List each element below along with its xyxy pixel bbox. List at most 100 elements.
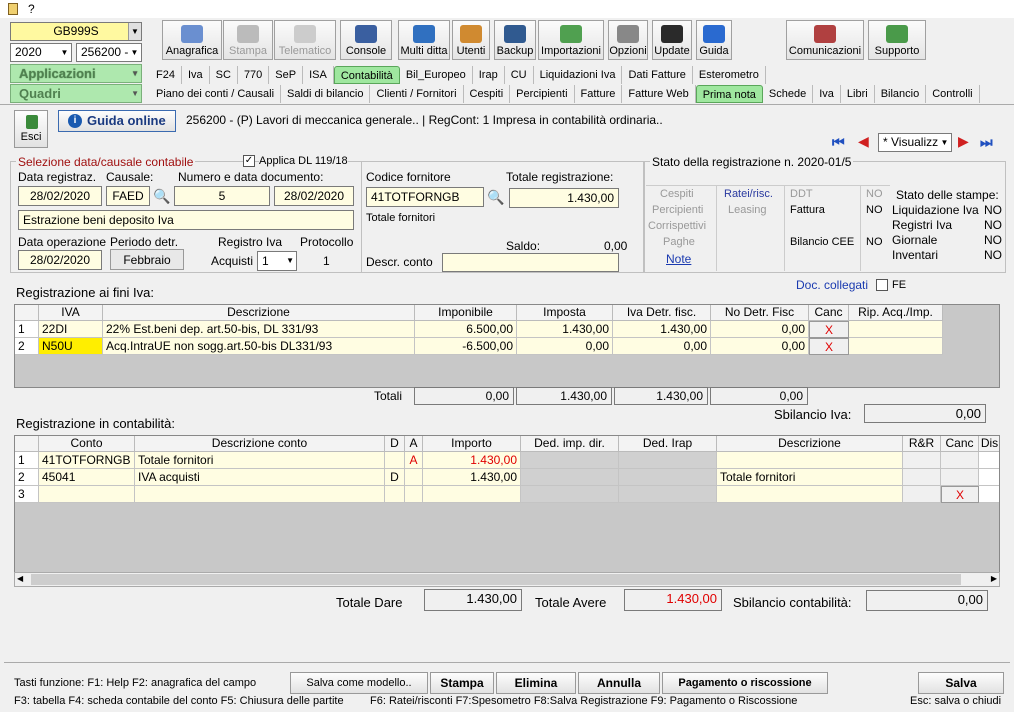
next-record-icon[interactable]: ▶ [958,133,969,150]
guida-online-button[interactable]: i Guida online [58,110,176,132]
totale-registrazione-field[interactable]: 1.430,00 [509,188,619,208]
cell-canc[interactable] [941,469,979,486]
percipienti-status[interactable]: Percipienti [652,204,703,216]
column-header[interactable]: A [405,436,423,452]
search-icon[interactable]: 🔍 [153,188,170,204]
subtab-clienti-fornitori[interactable]: Clienti / Fornitori [370,85,464,103]
toolbar-comunicazioni-button[interactable]: Comunicazioni [786,20,864,60]
column-header[interactable]: Conto [39,436,135,452]
toolbar-utenti-button[interactable]: Utenti [452,20,490,60]
tab-isa[interactable]: ISA [303,66,334,84]
esci-button[interactable]: Esci [14,110,48,148]
prev-record-icon[interactable]: ◀ [858,133,869,150]
bilancio-status[interactable]: Bilancio CEE [790,236,854,248]
toolbar-update-button[interactable]: Update [652,20,692,60]
chevron-down-icon[interactable]: ▼ [128,23,141,40]
column-header[interactable]: Imponibile [415,305,517,321]
toolbar-supporto-button[interactable]: Supporto [868,20,926,60]
toolbar-importazioni-button[interactable]: Importazioni [538,20,604,60]
subtab-prima-nota[interactable]: Prima nota [695,85,763,103]
column-header[interactable]: Ded. Irap [619,436,717,452]
applicazioni-menu[interactable]: Applicazioni ▼ [10,64,142,83]
toolbar-stampa-button[interactable]: Stampa [223,20,273,60]
scroll-left-icon[interactable]: ◀ [17,574,23,583]
search-icon[interactable]: 🔍 [487,189,504,205]
column-header[interactable]: D [385,436,405,452]
column-header[interactable]: IVA [39,305,103,321]
periodo-button[interactable]: Febbraio [110,249,184,270]
tab-sep[interactable]: SeP [269,66,304,84]
chevron-down-icon[interactable]: ▼ [58,44,71,61]
subtab-cespiti[interactable]: Cespiti [464,85,511,103]
toolbar-console-button[interactable]: Console [340,20,392,60]
annulla-button[interactable]: Annulla [578,672,660,694]
tab-sc[interactable]: SC [210,66,238,84]
note-link[interactable]: Note [666,252,691,266]
subtab-saldi-di-bilancio[interactable]: Saldi di bilancio [281,85,371,103]
descr-conto-field[interactable] [442,253,619,272]
last-record-icon[interactable]: ⏭ [980,134,993,151]
first-record-icon[interactable]: ⏮ [832,134,845,151]
subtab-percipienti[interactable]: Percipienti [510,85,575,103]
tab-dati-fatture[interactable]: Dati Fatture [622,66,693,84]
column-header[interactable]: Descrizione [717,436,903,452]
salva-modello-button[interactable]: Salva come modello.. [290,672,428,694]
elimina-button[interactable]: Elimina [496,672,576,694]
table-row[interactable]: 2 N50U Acq.IntraUE non sogg.art.50-bis DL3… [15,338,943,355]
tab-contabilit-[interactable]: Contabilità [333,66,400,84]
quadri-menu[interactable]: Quadri ▼ [10,84,142,103]
column-header[interactable]: No Detr. Fisc [711,305,809,321]
subtab-fatture[interactable]: Fatture [575,85,623,103]
data-documento-field[interactable]: 28/02/2020 [274,186,354,206]
corrispettivi-status[interactable]: Corrispettivi [648,220,706,232]
horizontal-scrollbar[interactable]: ◀ ▶ [14,572,1000,587]
cespiti-status[interactable]: Cespiti [660,188,694,200]
subtab-schede[interactable]: Schede [763,85,814,103]
column-header[interactable]: Dis [979,436,999,452]
leasing-status[interactable]: Leasing [728,204,767,216]
company-select[interactable]: GB999S [10,22,142,41]
toolbar-anagrafica-button[interactable]: Anagrafica [162,20,222,60]
fe-checkbox[interactable] [876,279,888,291]
ratei-status[interactable]: Ratei/risc. [724,188,773,200]
salva-button[interactable]: Salva [918,672,1004,694]
toolbar-telematico-button[interactable]: Telematico [274,20,336,60]
tab-liquidazioni-iva[interactable]: Liquidazioni Iva [534,66,623,84]
fattura-status[interactable]: Fattura [790,204,825,216]
column-header[interactable]: Canc [809,305,849,321]
subtab-iva[interactable]: Iva [813,85,841,103]
stampa-button[interactable]: Stampa [430,672,494,694]
table-row[interactable]: 1 22DI 22% Est.beni dep. art.50-bis, DL 33… [15,321,943,338]
registro-select[interactable]: 1 ▼ [257,251,297,271]
tab-esterometro[interactable]: Esterometro [693,66,766,84]
column-header[interactable]: Imposta [517,305,613,321]
descrizione-field[interactable]: Estrazione beni deposito Iva [18,210,354,230]
scroll-right-icon[interactable]: ▶ [991,574,997,583]
cell-canc[interactable]: X [809,338,849,355]
cell-canc[interactable]: X [809,321,849,338]
table-row[interactable]: 3X [15,486,999,503]
codice-fornitore-field[interactable]: 41TOTFORNGB [366,187,484,207]
tab-cu[interactable]: CU [505,66,534,84]
scroll-thumb[interactable] [31,574,961,585]
column-header[interactable]: Descrizione [103,305,415,321]
column-header[interactable]: Iva Detr. fisc. [613,305,711,321]
pagamento-button[interactable]: Pagamento o riscossione [662,672,828,694]
applica-checkbox[interactable]: ✓ [243,155,255,167]
column-header[interactable]: Rip. Acq./Imp. [849,305,943,321]
chevron-down-icon[interactable]: ▼ [128,44,141,61]
tab-iva[interactable]: Iva [182,66,210,84]
subtab-piano-dei-conti-causali[interactable]: Piano dei conti / Causali [150,85,282,103]
chevron-down-icon[interactable]: ▼ [938,134,951,151]
column-header[interactable]: R&R [903,436,941,452]
data-registrazione-field[interactable]: 28/02/2020 [18,186,102,206]
causale-field[interactable]: FAED [106,186,150,206]
subtab-bilancio[interactable]: Bilancio [875,85,927,103]
cell-canc[interactable] [941,452,979,469]
column-header[interactable]: Importo [423,436,521,452]
subtab-fatture-web[interactable]: Fatture Web [622,85,696,103]
subtab-controlli[interactable]: Controlli [926,85,980,103]
tab-f24[interactable]: F24 [150,66,182,84]
column-header[interactable]: Ded. imp. dir. [521,436,619,452]
toolbar-backup-button[interactable]: Backup [494,20,536,60]
